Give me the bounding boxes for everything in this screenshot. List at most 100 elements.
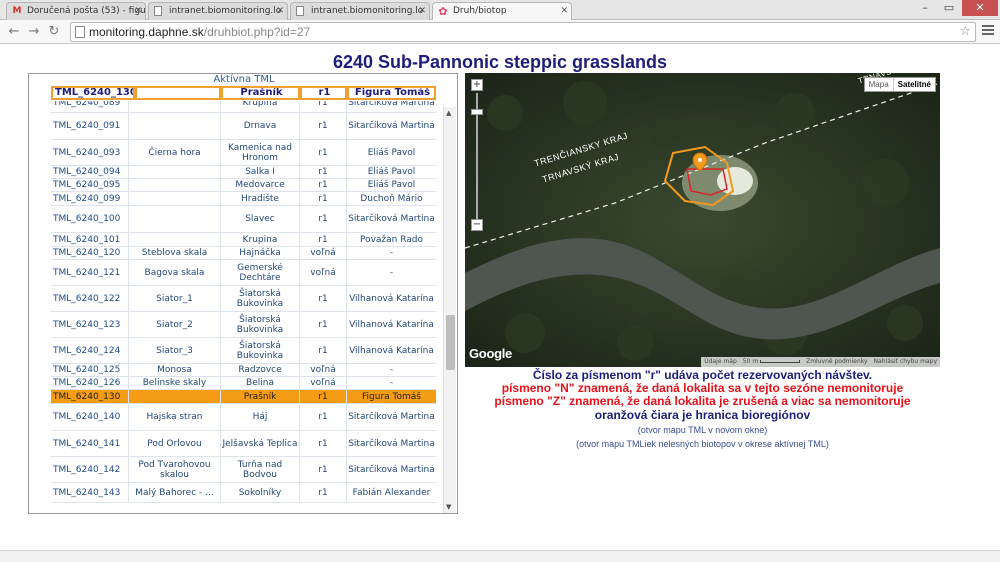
person-cell: Fabián Alexander	[352, 487, 431, 498]
table-row[interactable]: TML_6240_091 Drnava r1 Sitarčíková Martina	[51, 113, 436, 140]
table-row[interactable]: TML_6240_140 Hajska stran Háj r1 Sitarčíková…	[51, 404, 436, 431]
url-path: /druhbiot.php?id=27	[203, 25, 311, 39]
tml-code-cell: TML_6240_100	[51, 206, 129, 232]
person-cell: Sitarčíková Martina	[348, 101, 435, 108]
locality-cell: Šiatorská Bukovinka	[221, 312, 300, 337]
person-cell: Sitarčíková Martina	[348, 121, 435, 131]
tml-code-cell: TML_6240_130	[51, 390, 129, 403]
scrollbar-thumb[interactable]	[446, 315, 455, 370]
tab-title: Doručená pošta (53) - figu	[27, 6, 146, 16]
window-close-icon[interactable]: ✕	[962, 0, 998, 16]
map-report-link[interactable]: Nahlásiť chybu mapy	[871, 357, 940, 367]
bookmark-star-icon[interactable]: ☆	[959, 24, 971, 39]
table-row[interactable]: TML_6240_122 Siator_1 Šiatorská Bukovinka r…	[51, 286, 436, 312]
info-letter-z: písmeno "Z" znamená, že daná lokalita je…	[494, 394, 911, 408]
map-footer: Údaje máp 50 m Zmluvné podmienky Nahlási…	[701, 357, 940, 367]
map-terms-link[interactable]: Zmluvné podmienky	[803, 357, 870, 367]
person-cell: Sitarčíková Martina	[348, 464, 435, 475]
table-row[interactable]: TML_6240_101 Krupina r1 Považan Rado	[51, 233, 436, 247]
name-cell	[129, 166, 221, 178]
forward-icon[interactable]: →	[26, 24, 42, 40]
locality-cell: Medovarce	[221, 179, 300, 191]
person-cell: -	[389, 267, 394, 278]
name-cell	[129, 390, 221, 403]
scroll-down-icon[interactable]: ▼	[446, 503, 451, 511]
table-row[interactable]: TML_6240_100 Slavec r1 Sitarčíková Martina	[51, 206, 436, 233]
active-tml-reservations: r1	[300, 86, 347, 100]
table-row[interactable]: TML_6240_124 Siator_3 Šiatorská Bukovinka r…	[51, 338, 436, 364]
person-cell: -	[389, 248, 394, 258]
name-cell	[129, 179, 221, 191]
table-row[interactable]: TML_6240_120 Steblova skala Hajnáčka voľná -	[51, 247, 436, 260]
maximize-icon[interactable]: ▭	[938, 0, 960, 16]
table-row[interactable]: TML_6240_125 Monosa Radzovce voľná -	[51, 364, 436, 377]
browser-toolbar: ← → ↻ monitoring.daphne.sk/druhbiot.php?…	[0, 20, 1000, 44]
table-row[interactable]: TML_6240_142 Pod Tvarohovou skalou Turňa n…	[51, 457, 436, 483]
name-cell: Malý Bahorec - ...	[129, 483, 221, 502]
legend-info: Číslo za písmenom "r" udáva počet rezerv…	[465, 369, 940, 450]
tml-code-cell: TML_6240_121	[51, 260, 129, 285]
person-cell: Sitarčíková Martina	[348, 412, 435, 422]
open-nonforest-map-link[interactable]: (otvor mapu TMLiek nelesných biotopov v …	[465, 438, 940, 450]
map-type-map-button[interactable]: Mapa	[865, 78, 893, 91]
table-row[interactable]: TML_6240_126 Belinske skaly Belina voľná -	[51, 377, 436, 390]
person-cell: Vilhanová Katarína	[349, 345, 434, 356]
open-tml-map-link[interactable]: (otvor mapu TML v novom okne)	[465, 424, 940, 436]
person-cell: -	[389, 378, 394, 388]
tml-code-cell: TML_6240_141	[51, 431, 129, 456]
close-icon[interactable]: ✕	[134, 6, 142, 16]
window-controls: – ▭ ✕	[914, 0, 998, 18]
table-row[interactable]: TML_6240_143 Malý Bahorec - ... Sokolníky r…	[51, 483, 436, 503]
url-host: monitoring.daphne.sk	[89, 25, 204, 39]
tml-code-cell: TML_6240_125	[51, 364, 129, 376]
reservation-cell: voľná	[300, 260, 347, 285]
tml-code-cell: TML_6240_120	[51, 247, 129, 259]
table-row[interactable]: TML_6240_095 Medovarce r1 Eliáš Pavol	[51, 179, 436, 192]
locality-cell: Turňa nad Bodvou	[221, 457, 300, 482]
zoom-in-button[interactable]: +	[471, 79, 483, 91]
browser-tab-druh-biotop[interactable]: ✿ Druh/biotop ✕	[432, 2, 572, 21]
table-row[interactable]: TML_6240_099 Hradište r1 Duchoň Mário	[51, 192, 436, 206]
person-cell: Považan Rado	[359, 234, 424, 245]
close-icon[interactable]: ✕	[276, 6, 284, 16]
reservation-cell: r1	[300, 286, 347, 311]
table-row[interactable]: TML_6240_130 Prašník r1 Figura Tomáš	[51, 390, 436, 404]
back-icon[interactable]: ←	[6, 24, 22, 40]
table-row[interactable]: TML_6240_123 Siator_2 Šiatorská Bukovinka r…	[51, 312, 436, 338]
tml-code-cell: TML_6240_126	[51, 377, 129, 389]
table-row[interactable]: TML_6240_141 Pod Orlovou Jelšavská Teplica…	[51, 431, 436, 457]
reservation-cell: voľná	[300, 364, 347, 376]
table-row[interactable]: TML_6240_089 Krupina r1 Sitarčíková Martina	[51, 101, 436, 113]
name-cell	[129, 233, 221, 246]
tml-code-cell: TML_6240_122	[51, 286, 129, 311]
menu-icon[interactable]	[982, 25, 994, 37]
close-icon[interactable]: ✕	[418, 6, 426, 16]
tml-code-cell: TML_6240_143	[51, 483, 129, 502]
table-row[interactable]: TML_6240_094 Salka Ir1 Eliáš Pavol	[51, 166, 436, 179]
locality-cell: Krupina	[221, 233, 300, 246]
browser-tab-intranet-1[interactable]: intranet.biomonitoring.lo ✕	[148, 2, 288, 20]
close-icon[interactable]: ✕	[560, 6, 568, 16]
zoom-out-button[interactable]: −	[471, 219, 483, 231]
tab-title: intranet.biomonitoring.lo	[169, 6, 282, 16]
satellite-map[interactable]: TRNAVSKÝ TRENČIANSKY KRAJ TRNAVSKÝ KRAJ …	[465, 73, 940, 367]
tml-code-cell: TML_6240_099	[51, 192, 129, 205]
name-cell	[129, 192, 221, 205]
map-type-satellite-button[interactable]: Satelitné	[892, 78, 935, 91]
map-data-link[interactable]: Údaje máp	[701, 357, 739, 367]
reservation-cell: r1	[300, 457, 347, 482]
table-scrollbar[interactable]: ▲ ▼	[443, 107, 456, 513]
zoom-slider-handle[interactable]	[471, 109, 483, 115]
name-cell: Pod Orlovou	[129, 431, 221, 456]
page-icon	[75, 26, 85, 38]
table-row[interactable]: TML_6240_093 Čierna hora Kamenica nad Hron…	[51, 140, 436, 166]
scroll-up-icon[interactable]: ▲	[446, 109, 451, 117]
name-cell: Monosa	[129, 364, 221, 376]
minimize-icon[interactable]: –	[914, 0, 936, 16]
reload-icon[interactable]: ↻	[46, 24, 62, 40]
name-cell: Siator_1	[129, 286, 221, 311]
browser-tab-gmail[interactable]: M Doručená pošta (53) - figu ✕	[6, 2, 146, 20]
table-row[interactable]: TML_6240_121 Bagova skala Gemerské Dechtár…	[51, 260, 436, 286]
browser-tab-intranet-2[interactable]: intranet.biomonitoring.lo ✕	[290, 2, 430, 20]
address-bar[interactable]: monitoring.daphne.sk/druhbiot.php?id=27 …	[70, 22, 976, 42]
